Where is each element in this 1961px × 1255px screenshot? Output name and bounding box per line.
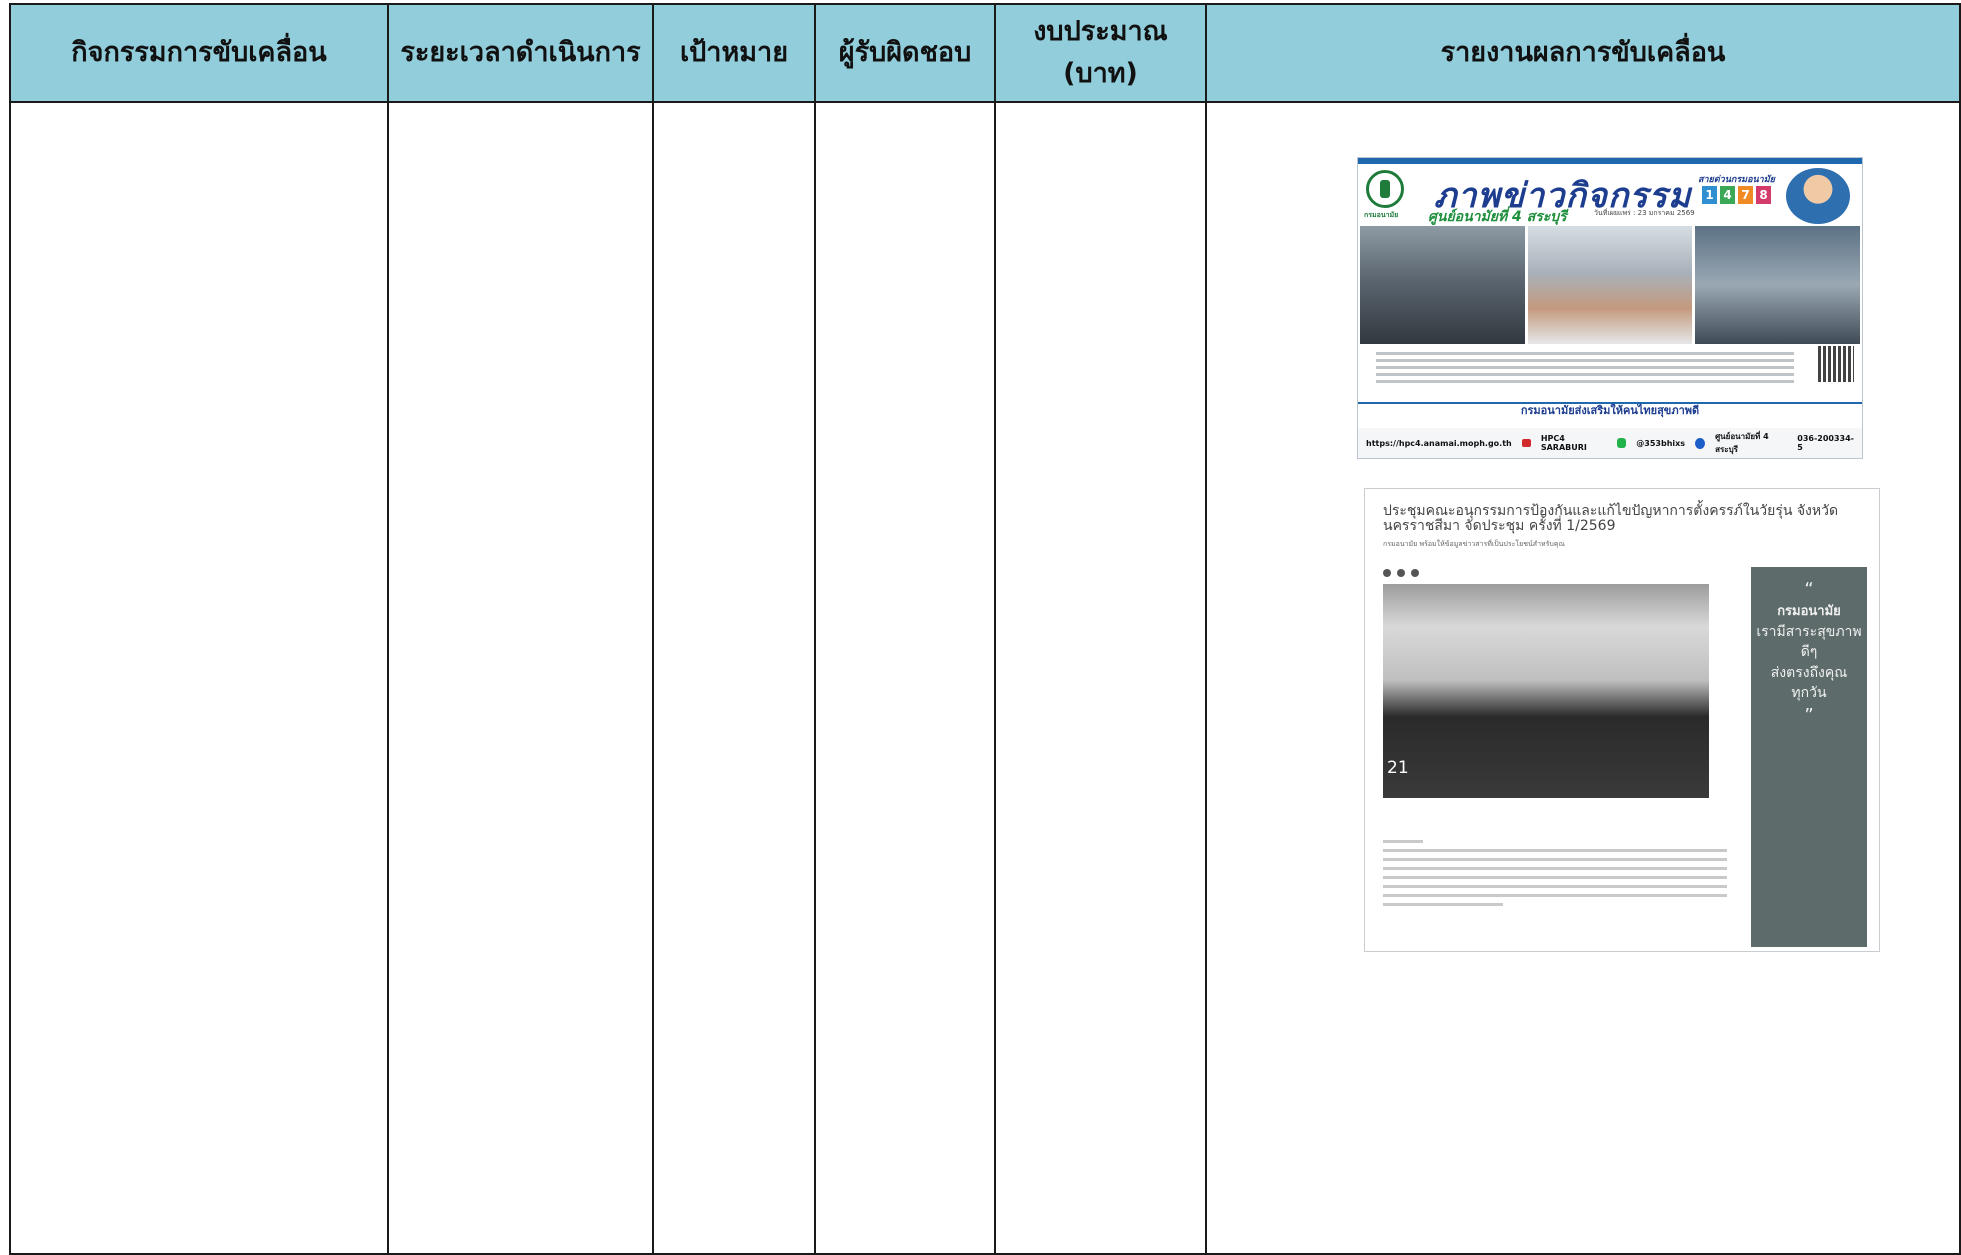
youtube-icon xyxy=(1521,439,1531,447)
article-title: ประชุมคณะอนุกรรมการป้องกันและแก้ไขปัญหาก… xyxy=(1383,503,1839,535)
facebook-icon xyxy=(1695,437,1706,449)
quote-panel: “ กรมอนามัย เรามีสาระสุขภาพดีๆ ส่งตรงถึง… xyxy=(1751,567,1867,947)
poster-slogan: กรมอนามัยส่งเสริมให้คนไทยสุขภาพดี xyxy=(1358,402,1862,418)
quote-brand: กรมอนามัย xyxy=(1777,604,1841,620)
quote-line: ทุกวัน xyxy=(1791,684,1827,701)
cell-duration xyxy=(387,101,654,1255)
article-byline: กรมอนามัย พร้อมให้ข้อมูลข่าวสารที่เป็นปร… xyxy=(1383,540,1565,548)
department-logo-icon xyxy=(1366,170,1404,208)
youtube-text: HPC4 SARABURI xyxy=(1540,434,1587,452)
plan-table: กิจกรรมการขับเคลื่อน ระยะเวลาดำเนินการ เ… xyxy=(9,3,1961,1255)
article-meta xyxy=(1383,569,1419,577)
open-quote-icon: “ xyxy=(1804,579,1814,600)
header-responsible: ผู้รับผิดชอบ xyxy=(814,3,996,103)
website-text: https://hpc4.anamai.moph.go.th xyxy=(1366,438,1512,448)
header-duration: ระยะเวลาดำเนินการ xyxy=(387,3,654,103)
news-article-screenshot: ประชุมคณะอนุกรรมการป้องกันและแก้ไขปัญหาก… xyxy=(1364,488,1880,952)
logo-caption: กรมอนามัย xyxy=(1364,211,1399,219)
article-body-text xyxy=(1383,834,1727,906)
line-text: @353bhixs xyxy=(1636,438,1686,448)
line-icon xyxy=(1617,438,1627,448)
header-report: รายงานผลการขับเคลื่อน xyxy=(1205,3,1961,103)
cell-budget xyxy=(994,101,1207,1255)
quote-line: ส่งตรงถึงคุณ xyxy=(1770,664,1848,681)
article-group-photo: 21 xyxy=(1383,584,1709,798)
quote-line: เรามีสาระสุขภาพดีๆ xyxy=(1756,623,1862,661)
view-icon xyxy=(1397,569,1405,577)
group-photo xyxy=(1527,226,1693,344)
person-portrait-icon xyxy=(1786,168,1850,224)
facebook-text: ศูนย์อนามัยที่ 4 สระบุรี xyxy=(1715,432,1769,454)
poster-body-text xyxy=(1358,344,1862,402)
header-target: เป้าหมาย xyxy=(652,3,816,103)
hotline-digit: 4 xyxy=(1720,186,1735,204)
poster-footer: https://hpc4.anamai.moph.go.th HPC4 SARA… xyxy=(1358,428,1862,458)
hotline-digit: 7 xyxy=(1738,186,1753,204)
header-row: กิจกรรมการขับเคลื่อน ระยะเวลาดำเนินการ เ… xyxy=(9,3,1961,103)
table-row: กรมอนามัย ภาพข่าวกิจกรรม ศูนย์อนามัยที่ … xyxy=(9,101,1961,1255)
comment-icon xyxy=(1411,569,1419,577)
photo-strip xyxy=(1358,226,1862,344)
hotline-digit: 8 xyxy=(1756,186,1771,204)
qr-code-icon xyxy=(1818,346,1854,382)
news-poster-image: กรมอนามัย ภาพข่าวกิจกรรม ศูนย์อนามัยที่ … xyxy=(1357,157,1863,459)
header-budget-line1: งบประมาณ xyxy=(1033,16,1168,48)
cell-activity xyxy=(9,101,389,1255)
header-budget-line2: (บาท) xyxy=(1063,58,1138,89)
clock-icon xyxy=(1383,569,1391,577)
hotline-label: สายด่วนกรมอนามัย xyxy=(1698,175,1775,185)
meeting-photo xyxy=(1360,226,1525,344)
header-activity: กิจกรรมการขับเคลื่อน xyxy=(9,3,389,103)
cell-target xyxy=(652,101,816,1255)
header-budget: งบประมาณ (บาท) xyxy=(994,3,1207,103)
hotline-digit: 1 xyxy=(1702,186,1717,204)
date-badge: 21 xyxy=(1387,758,1409,778)
cell-report: กรมอนามัย ภาพข่าวกิจกรรม ศูนย์อนามัยที่ … xyxy=(1205,101,1961,1255)
poster-date: วันที่เผยแพร่ : 23 มกราคม 2569 xyxy=(1594,209,1695,217)
hotline-digits: 1 4 7 8 xyxy=(1702,186,1771,204)
poster-subtitle: ศูนย์อนามัยที่ 4 สระบุรี xyxy=(1428,209,1567,225)
close-quote-icon: ” xyxy=(1804,705,1814,727)
cell-responsible xyxy=(814,101,996,1255)
phone-text: 036-200334-5 xyxy=(1797,434,1854,452)
conference-photo xyxy=(1695,226,1861,344)
